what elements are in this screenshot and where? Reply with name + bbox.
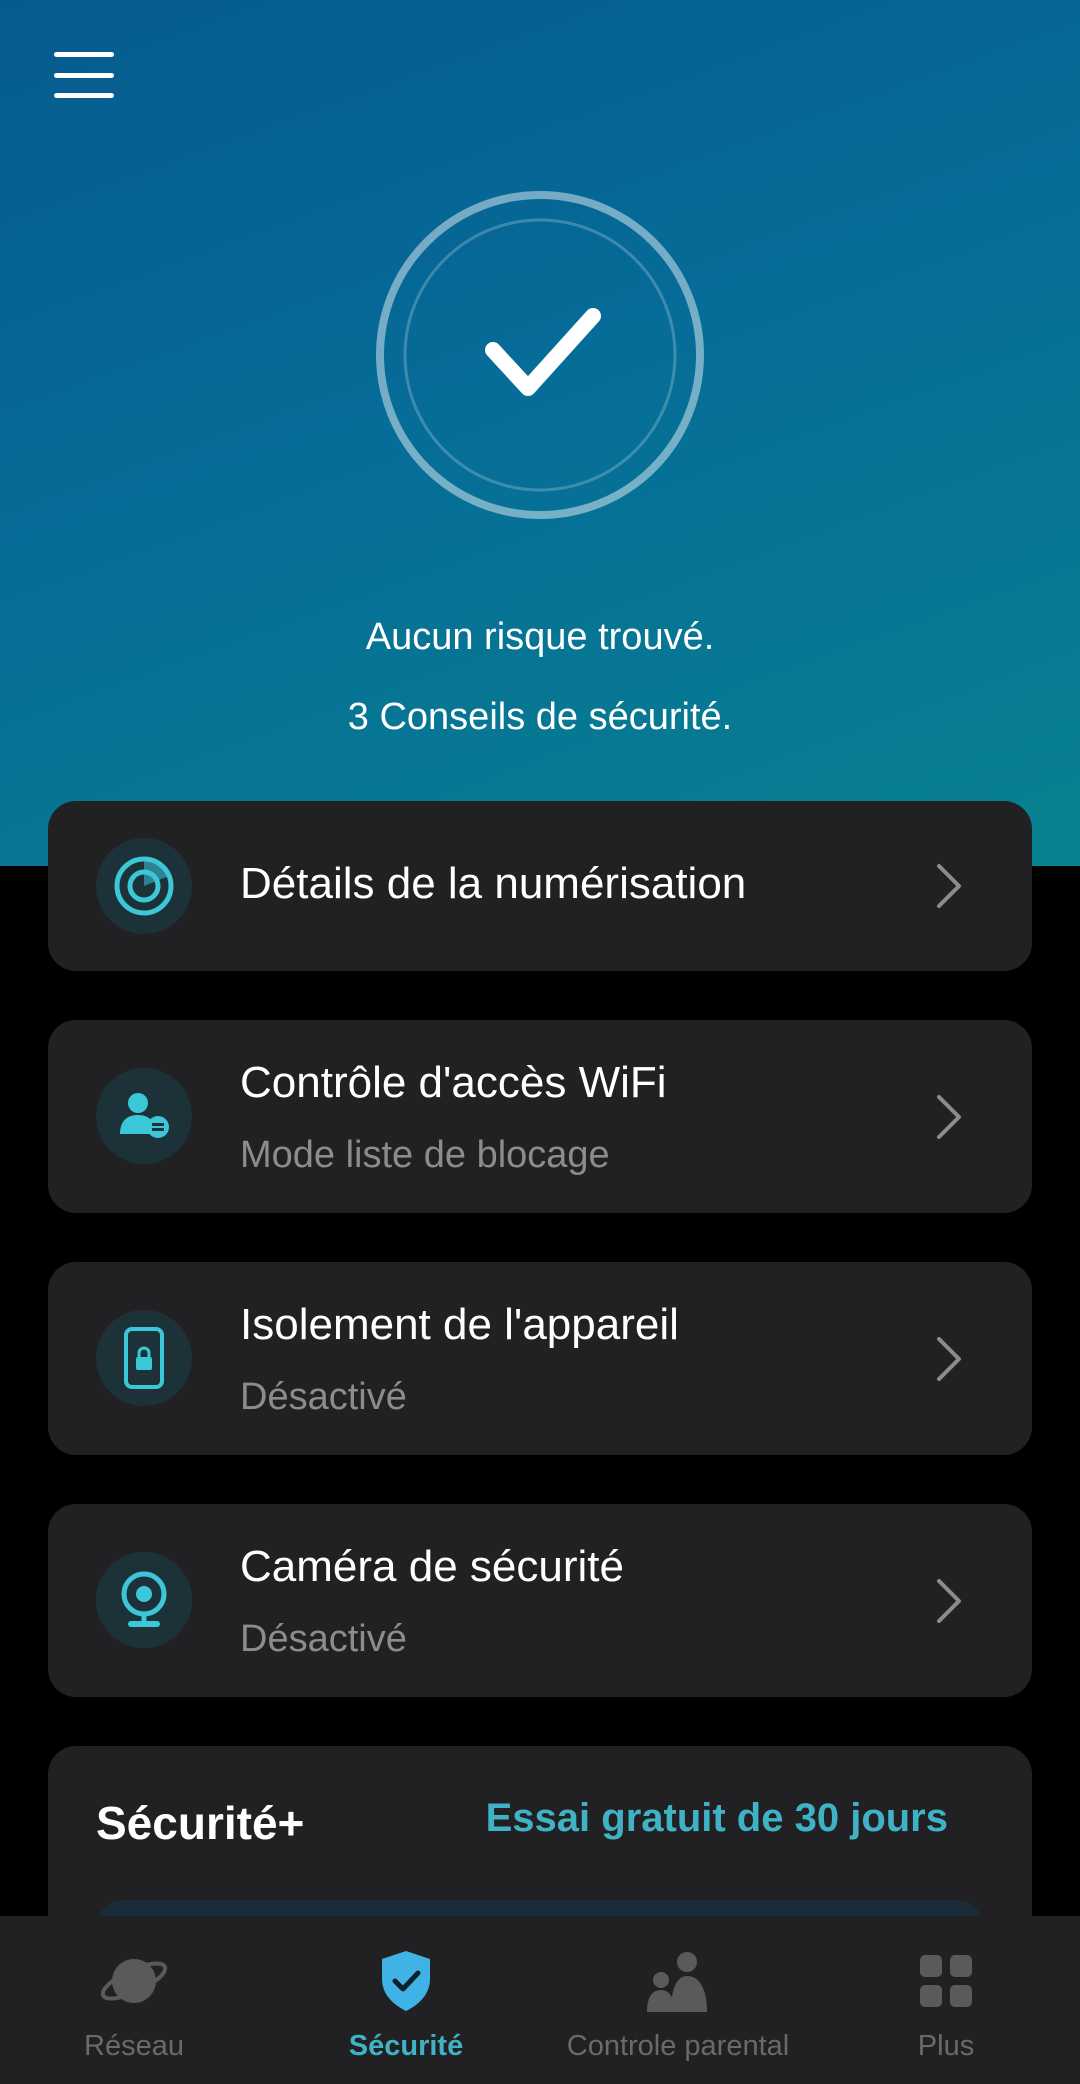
wifi-access-control-mode: Mode liste de blocage — [240, 1134, 610, 1176]
wifi-access-control-card[interactable]: Contrôle d'accès WiFi Mode liste de bloc… — [48, 1020, 1032, 1213]
scan-details-card[interactable]: Détails de la numérisation — [48, 801, 1032, 971]
security-camera-card[interactable]: Caméra de sécurité Désactivé — [48, 1504, 1032, 1697]
security-plus-title: Sécurité+ — [96, 1797, 305, 1849]
phone-lock-icon — [96, 1310, 192, 1406]
radar-scan-icon — [96, 838, 192, 934]
security-camera-title: Caméra de sécurité — [240, 1542, 624, 1591]
nav-label-controle-parental: Controle parental — [566, 2030, 790, 2062]
nav-tab-reseau[interactable]: Réseau — [0, 1916, 268, 2084]
grid-icon — [911, 1948, 981, 2014]
nav-tab-controle-parental[interactable]: Controle parental — [544, 1916, 812, 2084]
device-isolation-status: Désactivé — [240, 1376, 407, 1418]
nav-label-plus: Plus — [917, 2030, 975, 2062]
wifi-access-control-title: Contrôle d'accès WiFi — [240, 1058, 667, 1107]
shield-check-icon — [371, 1948, 441, 2014]
nav-label-securite: Sécurité — [348, 2030, 464, 2062]
chevron-right-icon — [937, 1095, 961, 1139]
security-camera-status: Désactivé — [240, 1618, 407, 1660]
free-trial-link[interactable]: Essai gratuit de 30 jours — [486, 1796, 948, 1841]
planet-icon — [99, 1948, 169, 2014]
nav-tab-plus[interactable]: Plus — [812, 1916, 1080, 2084]
nav-tab-securite[interactable]: Sécurité — [268, 1916, 544, 2084]
family-icon — [643, 1948, 713, 2014]
checkmark-circle-icon — [375, 190, 705, 520]
device-isolation-card[interactable]: Isolement de l'appareil Désactivé — [48, 1262, 1032, 1455]
status-no-risk: Aucun risque trouvé. — [365, 616, 715, 658]
webcam-icon — [96, 1552, 192, 1648]
device-isolation-title: Isolement de l'appareil — [240, 1300, 679, 1349]
status-security-tips[interactable]: 3 Conseils de sécurité. — [0, 696, 1080, 739]
bottom-navigation: Réseau Sécurité Controle parental Plus — [0, 1916, 1080, 2084]
chevron-right-icon — [937, 864, 961, 908]
user-list-icon — [96, 1068, 192, 1164]
chevron-right-icon — [937, 1579, 961, 1623]
hamburger-menu-icon[interactable] — [54, 52, 114, 98]
status-header: Aucun risque trouvé. 3 Conseils de sécur… — [0, 0, 1080, 866]
nav-label-reseau: Réseau — [84, 2030, 184, 2062]
chevron-right-icon — [937, 1337, 961, 1381]
scan-details-title: Détails de la numérisation — [240, 859, 747, 908]
